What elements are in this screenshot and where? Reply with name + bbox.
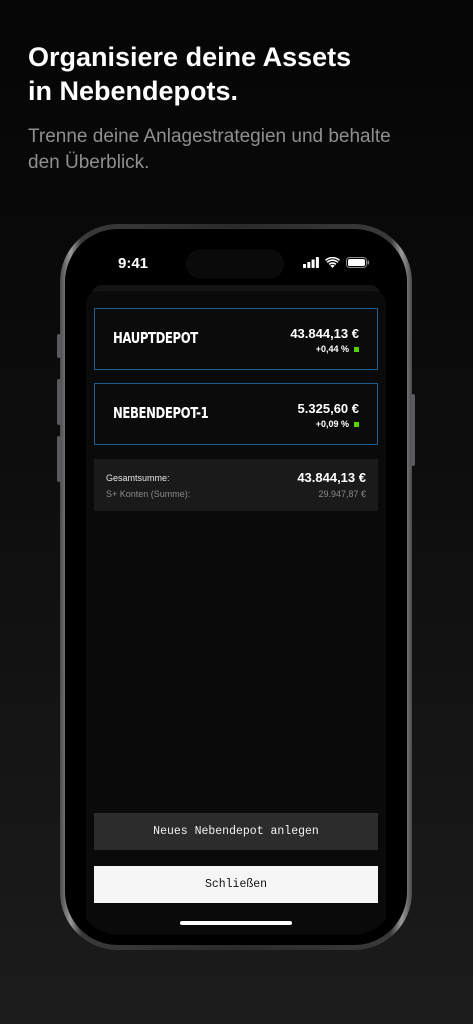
- positive-indicator-icon: [354, 346, 359, 352]
- headline: Organisiere deine Assets in Nebendepots.: [28, 40, 448, 108]
- subline: Trenne deine Anlagestrategien und behalt…: [28, 124, 458, 176]
- headline-line-1: Organisiere deine Assets: [28, 42, 352, 72]
- subline-line-2: den Überblick.: [28, 152, 150, 173]
- depot-change: +0,44 %: [316, 344, 359, 354]
- phone-screen: 9:41 HAUPTDEPOT 43.844,13 € +0,44 % NEBE…: [76, 239, 396, 935]
- subline-line-1: Trenne deine Anlagestrategien und behalt…: [28, 126, 391, 147]
- depot-sheet: HAUPTDEPOT 43.844,13 € +0,44 % NEBENDEPO…: [86, 291, 386, 935]
- cellular-signal-icon: [303, 257, 319, 268]
- depot-value: 43.844,13 €: [290, 326, 359, 341]
- depot-change: +0,09 %: [316, 419, 359, 429]
- mute-switch: [57, 334, 61, 358]
- close-button[interactable]: Schließen: [94, 866, 378, 903]
- total-value: 43.844,13 €: [297, 470, 366, 485]
- wifi-icon: [325, 257, 340, 268]
- headline-line-2: in Nebendepots.: [28, 76, 239, 106]
- depot-change-text: +0,09 %: [315, 419, 349, 429]
- new-depot-button[interactable]: Neues Nebendepot anlegen: [94, 813, 378, 850]
- volume-down-button: [57, 436, 61, 482]
- phone-frame: 9:41 HAUPTDEPOT 43.844,13 € +0,44 % NEBE…: [57, 224, 415, 950]
- total-label: Gesamtsumme:: [106, 473, 170, 483]
- status-time: 9:41: [118, 255, 149, 272]
- status-icons: [303, 257, 370, 268]
- positive-indicator-icon: [354, 421, 359, 427]
- splus-value: 29.947,87 €: [318, 489, 366, 499]
- power-button: [411, 394, 415, 466]
- depot-name: NEBENDEPOT-1: [113, 404, 209, 422]
- dynamic-island: [186, 249, 284, 279]
- depot-value: 5.325,60 €: [297, 401, 359, 416]
- status-bar: 9:41: [76, 239, 396, 285]
- depot-name: HAUPTDEPOT: [113, 329, 198, 347]
- summary-panel: Gesamtsumme: 43.844,13 € S+ Konten (Summ…: [94, 459, 378, 511]
- depot-change-text: +0,44 %: [315, 344, 349, 354]
- battery-icon: [346, 257, 370, 268]
- splus-label: S+ Konten (Summe):: [106, 489, 191, 499]
- depot-card-hauptdepot[interactable]: HAUPTDEPOT 43.844,13 € +0,44 %: [94, 308, 378, 370]
- home-indicator: [180, 921, 292, 925]
- depot-card-nebendepot-1[interactable]: NEBENDEPOT-1 5.325,60 € +0,09 %: [94, 383, 378, 445]
- volume-up-button: [57, 379, 61, 425]
